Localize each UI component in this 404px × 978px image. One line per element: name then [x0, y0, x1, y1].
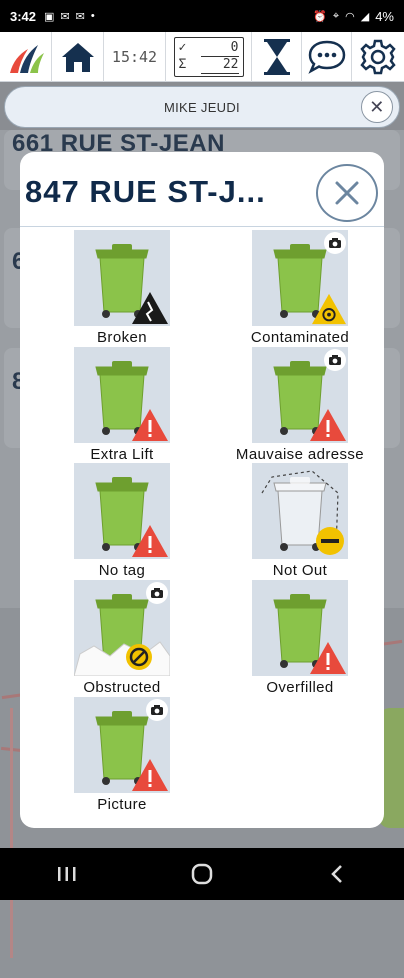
mail-icon: ✉: [75, 10, 85, 23]
reason-tile-contaminated[interactable]: Contaminated: [220, 228, 380, 346]
warning-badge-icon: [132, 525, 168, 557]
camera-icon: [324, 232, 346, 254]
minus-badge-icon: [316, 527, 344, 555]
modal-header: 847 RUE ST-J...: [20, 152, 384, 227]
messages-button[interactable]: [302, 31, 352, 82]
hourglass-icon: [263, 38, 290, 75]
picture-bin-icon: [74, 697, 170, 793]
system-icons: ⏰ ⌖ ◠ ◢ 4%: [313, 9, 394, 24]
blocked-badge-icon: [126, 644, 152, 670]
location-icon: ⌖: [332, 9, 340, 22]
contaminated-bin-icon: [252, 230, 348, 326]
timer-button[interactable]: [252, 31, 302, 82]
done-count: 0: [200, 40, 239, 57]
no-tag-bin-icon: [74, 463, 170, 559]
reason-label: Obstructed: [83, 679, 161, 696]
toolbar-clock: 15:42: [104, 31, 166, 82]
service-issue-modal: 847 RUE ST-J... Broken Contaminated Extra …: [20, 152, 384, 828]
reason-tile-mauvaise-adresse[interactable]: Mauvaise adresse: [220, 345, 380, 463]
back-chevron-icon: [330, 865, 342, 883]
status-bar: 3:42 ▣ ✉ ✉ • ⏰ ⌖ ◠ ◢ 4%: [0, 0, 404, 32]
reason-tile-picture[interactable]: Picture: [42, 695, 202, 813]
reason-tile-no-tag[interactable]: No tag: [42, 461, 202, 579]
app-logo: [0, 31, 52, 82]
battery-level: 4%: [375, 8, 394, 24]
driver-name: MIKE JEUDI: [164, 99, 240, 115]
driver-bar: MIKE JEUDI ✕: [4, 86, 400, 128]
total-symbol: Σ: [178, 56, 187, 72]
close-icon: [335, 181, 359, 205]
reason-label: Not Out: [272, 562, 328, 579]
reason-label: Overfilled: [266, 679, 334, 696]
reason-tile-not-out[interactable]: Not Out: [220, 461, 380, 579]
total-count: 22: [200, 57, 239, 74]
settings-button[interactable]: [352, 32, 404, 82]
alarm-icon: ⏰: [313, 10, 327, 23]
circle-home-icon: [191, 863, 213, 885]
status-time: 3:42: [10, 8, 37, 24]
notification-icons: ▣ ✉ ✉ •: [44, 10, 95, 23]
reason-tile-overfilled[interactable]: Overfilled: [220, 578, 380, 696]
app-toolbar: 15:42 ✓ 0 Σ 22: [0, 31, 404, 82]
warning-badge-icon: [132, 409, 168, 441]
broken-badge-icon: [132, 292, 168, 324]
reason-tile-extra-lift[interactable]: Extra Lift: [42, 345, 202, 463]
wrong-address-bin-icon: [252, 347, 348, 443]
system-nav-bar: [0, 848, 404, 900]
home-button[interactable]: [52, 31, 104, 82]
chat-bubble-icon: [307, 40, 345, 74]
reason-label: Picture: [97, 796, 147, 813]
warning-badge-icon: [132, 759, 168, 791]
warning-badge-icon: [310, 409, 346, 441]
camera-icon: [146, 699, 168, 721]
wifi-icon: ◠: [345, 10, 355, 23]
extra-lift-bin-icon: [74, 347, 170, 443]
modal-close-button[interactable]: [316, 164, 378, 222]
recents-button[interactable]: [37, 854, 97, 894]
reason-tile-broken[interactable]: Broken: [42, 228, 202, 346]
signal-icon: ◢: [360, 10, 370, 23]
stop-counter[interactable]: ✓ 0 Σ 22: [166, 31, 252, 82]
camera-icon: [146, 582, 168, 604]
dot-icon: •: [90, 10, 95, 22]
reason-tile-obstructed[interactable]: Obstructed: [42, 578, 202, 696]
not-out-bin-icon: [252, 463, 348, 559]
reason-label: No tag: [98, 562, 146, 579]
home-nav-button[interactable]: [172, 854, 232, 894]
gear-icon: [360, 39, 396, 74]
reason-label: Contaminated: [250, 329, 350, 346]
close-icon: ✕: [369, 96, 385, 117]
back-button[interactable]: [307, 854, 367, 894]
obstructed-bin-icon: [74, 580, 170, 676]
home-icon: [61, 42, 94, 72]
overfilled-bin-icon: [252, 580, 348, 676]
modal-title: 847 RUE ST-J...: [25, 174, 266, 209]
biohazard-badge-icon: [312, 293, 346, 325]
reason-label: Broken: [97, 329, 147, 346]
done-symbol: ✓: [178, 39, 187, 55]
recents-icon: [58, 867, 76, 881]
driver-close-button[interactable]: ✕: [361, 91, 393, 123]
mail-icon: ✉: [60, 10, 70, 23]
gallery-icon: ▣: [44, 10, 55, 23]
broken-bin-icon: [74, 230, 170, 326]
warning-badge-icon: [310, 642, 346, 674]
camera-icon: [324, 349, 346, 371]
